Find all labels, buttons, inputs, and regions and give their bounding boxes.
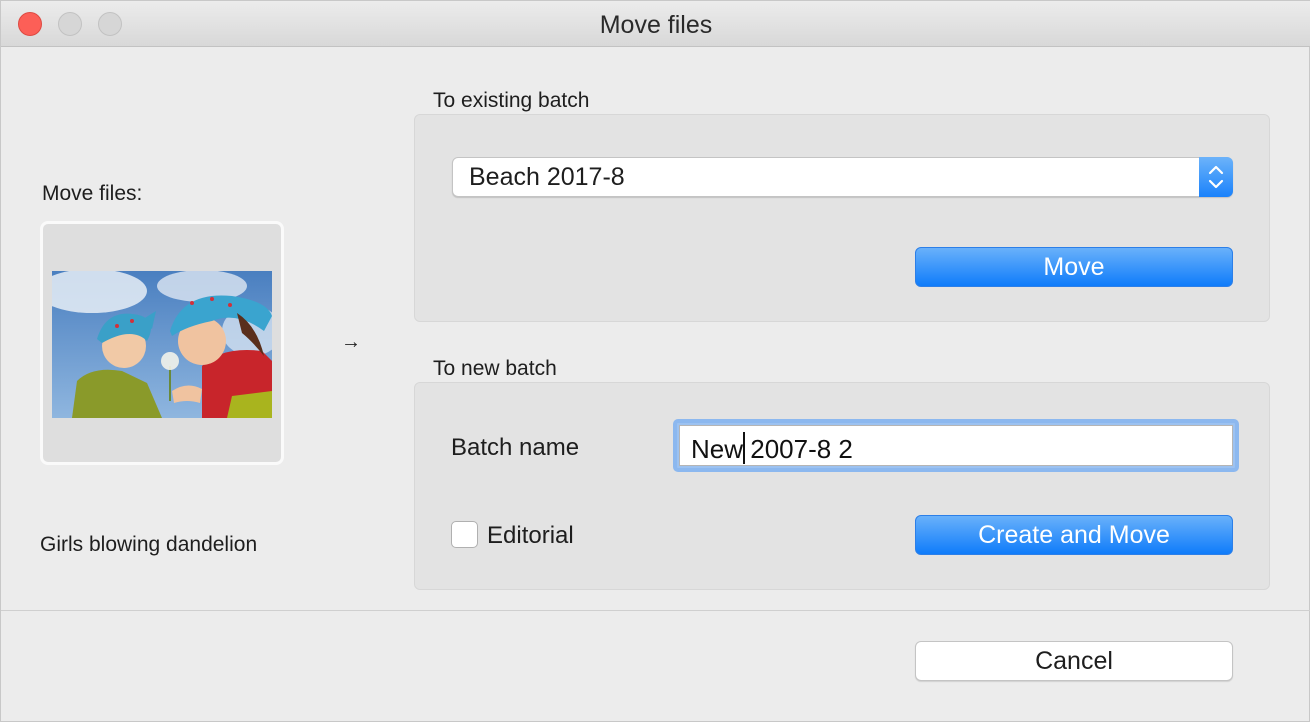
window-title: Move files xyxy=(599,11,713,39)
chevron-up-down-icon[interactable] xyxy=(1199,157,1233,197)
create-and-move-button[interactable]: Create and Move xyxy=(915,515,1233,555)
editorial-checkbox[interactable] xyxy=(451,521,478,548)
move-button[interactable]: Move xyxy=(915,247,1233,287)
existing-batch-group xyxy=(414,114,1270,322)
batch-name-label: Batch name xyxy=(451,434,580,461)
thumbnail-frame[interactable] xyxy=(40,221,284,465)
batch-name-input[interactable]: New 2007-8 2 xyxy=(673,419,1239,472)
editorial-label[interactable]: Editorial xyxy=(487,522,574,550)
text-caret xyxy=(743,432,746,464)
new-batch-group xyxy=(414,382,1270,590)
footer-divider xyxy=(1,610,1310,611)
batch-select-value: Beach 2017-8 xyxy=(469,163,625,191)
batch-select-popup[interactable]: Beach 2017-8 xyxy=(452,157,1233,197)
cancel-button[interactable]: Cancel xyxy=(915,641,1233,681)
photo-thumbnail xyxy=(52,271,272,418)
new-batch-section-label: To new batch xyxy=(433,357,557,380)
thumbnail-caption: Girls blowing dandelion xyxy=(40,533,258,556)
arrow-right-icon: → xyxy=(341,331,361,353)
batch-name-value: New 2007-8 2 xyxy=(691,434,853,464)
existing-batch-section-label: To existing batch xyxy=(433,89,590,112)
move-files-dialog: Move files Move files: Girls blowing dan… xyxy=(0,0,1310,722)
move-files-heading: Move files: xyxy=(42,182,143,205)
title-bar: Move files xyxy=(1,1,1310,47)
